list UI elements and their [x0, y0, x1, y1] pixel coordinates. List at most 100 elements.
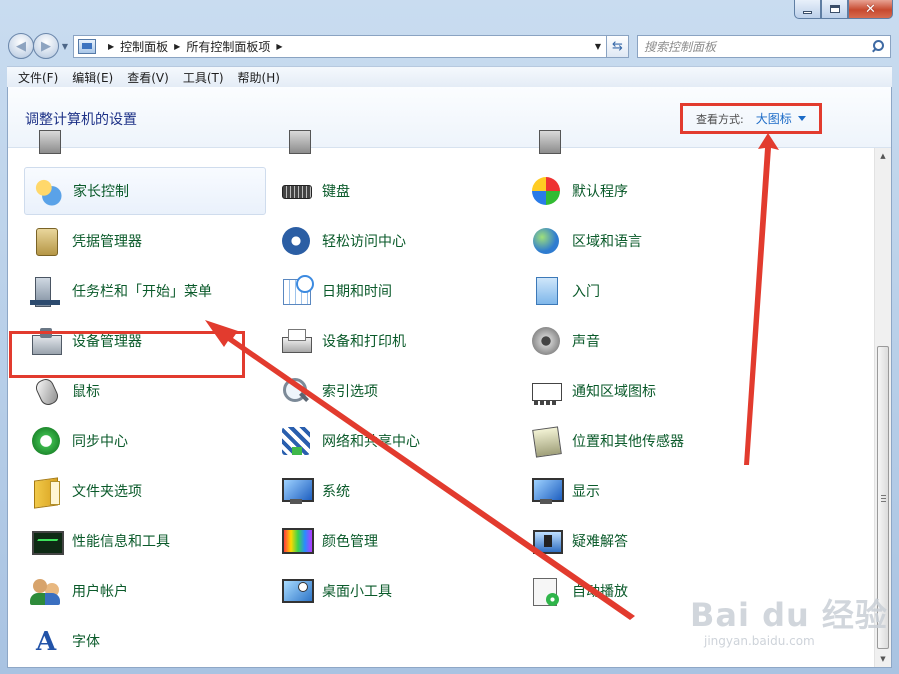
- item-folder-options[interactable]: 文件夹选项: [24, 467, 266, 515]
- item-credential-manager[interactable]: 凭据管理器: [24, 217, 266, 265]
- grip-icon: [881, 494, 886, 502]
- back-arrow-icon: ◀: [16, 38, 26, 54]
- item-region-language[interactable]: 区域和语言: [524, 217, 766, 265]
- close-button[interactable]: ✕: [848, 0, 893, 19]
- item-label: 任务栏和「开始」菜单: [72, 284, 212, 300]
- breadcrumb-control-panel[interactable]: 控制面板: [120, 38, 168, 55]
- menu-view[interactable]: 查看(V): [120, 69, 176, 86]
- maximize-icon: [829, 5, 840, 13]
- item-notification-area[interactable]: 通知区域图标: [524, 367, 766, 415]
- watermark: Bai du 经验 jingyan.baidu.com: [690, 590, 888, 648]
- item-getting-started[interactable]: 入门: [524, 267, 766, 315]
- item-label: 桌面小工具: [322, 584, 392, 600]
- menu-help[interactable]: 帮助(H): [231, 69, 287, 86]
- navigation-bar: ◀ ▶ ▼ ▶ 控制面板 ▶ 所有控制面板项 ▶ ▼ ⇆ 搜索控制面板: [8, 30, 891, 62]
- autoplay-icon: [530, 575, 562, 607]
- caption-buttons: ✕: [794, 0, 893, 19]
- item-label: 默认程序: [572, 184, 628, 200]
- content-header: 调整计算机的设置 查看方式: 大图标: [8, 87, 891, 148]
- view-by-dropdown[interactable]: 大图标: [756, 110, 792, 127]
- recent-pages-dropdown[interactable]: ▼: [59, 42, 71, 51]
- default-programs-icon: [530, 175, 562, 207]
- item-ease-of-access[interactable]: 轻松访问中心: [274, 217, 516, 265]
- refresh-button[interactable]: ⇆: [607, 34, 629, 58]
- forward-button[interactable]: ▶: [33, 33, 59, 59]
- scroll-down-icon[interactable]: ▼: [875, 651, 891, 667]
- user-accounts-icon: [30, 575, 62, 607]
- scroll-up-icon[interactable]: ▲: [875, 148, 891, 164]
- item-user-accounts[interactable]: 用户帐户: [24, 567, 266, 615]
- back-button[interactable]: ◀: [8, 33, 34, 59]
- display-icon: [530, 475, 564, 507]
- system-icon: [280, 475, 314, 507]
- notification-area-icon: [530, 375, 562, 407]
- item-performance[interactable]: 性能信息和工具: [24, 517, 266, 565]
- address-dropdown-icon[interactable]: ▼: [590, 42, 606, 51]
- control-panel-icon: [78, 38, 96, 54]
- item-default-programs[interactable]: 默认程序: [524, 167, 766, 215]
- item-network-sharing[interactable]: 网络和共享中心: [274, 417, 516, 465]
- item-system[interactable]: 系统: [274, 467, 516, 515]
- performance-icon: [30, 525, 64, 557]
- item-location-sensors[interactable]: 位置和其他传感器: [524, 417, 766, 465]
- item-label: 通知区域图标: [572, 384, 656, 400]
- item-date-time[interactable]: 日期和时间: [274, 267, 516, 315]
- item-label: 入门: [572, 284, 600, 300]
- parental-controls-icon: [31, 175, 63, 207]
- item-label: 位置和其他传感器: [572, 434, 684, 450]
- item-devices-printers[interactable]: 设备和打印机: [274, 317, 516, 365]
- view-by-label: 查看方式:: [696, 112, 744, 126]
- view-by-control[interactable]: 查看方式: 大图标: [680, 103, 822, 134]
- item-sound[interactable]: 声音: [524, 317, 766, 365]
- menu-file[interactable]: 文件(F): [11, 69, 65, 86]
- item-keyboard[interactable]: 键盘: [274, 167, 516, 215]
- search-box[interactable]: 搜索控制面板: [637, 34, 891, 58]
- minimize-icon: [803, 10, 812, 14]
- item-sync-center[interactable]: 同步中心: [24, 417, 266, 465]
- item-label: 性能信息和工具: [72, 534, 170, 550]
- refresh-icon: ⇆: [612, 38, 623, 54]
- minimize-button[interactable]: [794, 0, 821, 19]
- search-input[interactable]: 搜索控制面板: [644, 38, 870, 55]
- item-fonts[interactable]: 字体: [24, 617, 266, 665]
- dropdown-caret-icon[interactable]: [797, 116, 806, 121]
- item-troubleshooting[interactable]: 疑难解答: [524, 517, 766, 565]
- item-label: 疑难解答: [572, 534, 628, 550]
- item-label: 显示: [572, 484, 600, 500]
- color-management-icon: [280, 525, 314, 557]
- search-icon[interactable]: [870, 39, 884, 53]
- fonts-icon: [30, 625, 62, 657]
- item-label: 字体: [72, 634, 100, 650]
- page-title: 调整计算机的设置: [25, 112, 137, 128]
- address-bar[interactable]: ▶ 控制面板 ▶ 所有控制面板项 ▶ ▼: [73, 34, 607, 58]
- item-indexing-options[interactable]: 索引选项: [274, 367, 516, 415]
- maximize-button[interactable]: [821, 0, 848, 19]
- item-parental-controls[interactable]: 家长控制: [24, 167, 266, 215]
- watermark-logo: Bai du 经验: [690, 596, 888, 634]
- breadcrumb-chevron-icon[interactable]: ▶: [276, 42, 282, 51]
- item-label: 设备和打印机: [322, 334, 406, 350]
- item-label: 声音: [572, 334, 600, 350]
- item-taskbar-start-menu[interactable]: 任务栏和「开始」菜单: [24, 267, 266, 315]
- breadcrumb-chevron-icon[interactable]: ▶: [174, 42, 180, 51]
- item-label: 用户帐户: [72, 584, 128, 600]
- location-sensors-icon: [530, 425, 562, 457]
- item-label: 家长控制: [73, 184, 129, 200]
- item-display[interactable]: 显示: [524, 467, 766, 515]
- item-label: 同步中心: [72, 434, 128, 450]
- breadcrumb-chevron-icon[interactable]: ▶: [108, 42, 114, 51]
- ease-of-access-icon: [280, 225, 312, 257]
- desktop-gadgets-icon: [280, 575, 314, 607]
- item-label: 日期和时间: [322, 284, 392, 300]
- menu-edit[interactable]: 编辑(E): [65, 69, 120, 86]
- menu-tools[interactable]: 工具(T): [176, 69, 231, 86]
- item-color-management[interactable]: 颜色管理: [274, 517, 516, 565]
- item-label: 颜色管理: [322, 534, 378, 550]
- watermark-url: jingyan.baidu.com: [704, 634, 815, 648]
- region-language-icon: [530, 225, 562, 257]
- breadcrumb-all-items[interactable]: 所有控制面板项: [186, 38, 270, 55]
- devices-printers-icon: [280, 325, 312, 357]
- menu-bar: 文件(F) 编辑(E) 查看(V) 工具(T) 帮助(H): [7, 66, 892, 87]
- annotation-highlight-box: [9, 331, 245, 378]
- item-desktop-gadgets[interactable]: 桌面小工具: [274, 567, 516, 615]
